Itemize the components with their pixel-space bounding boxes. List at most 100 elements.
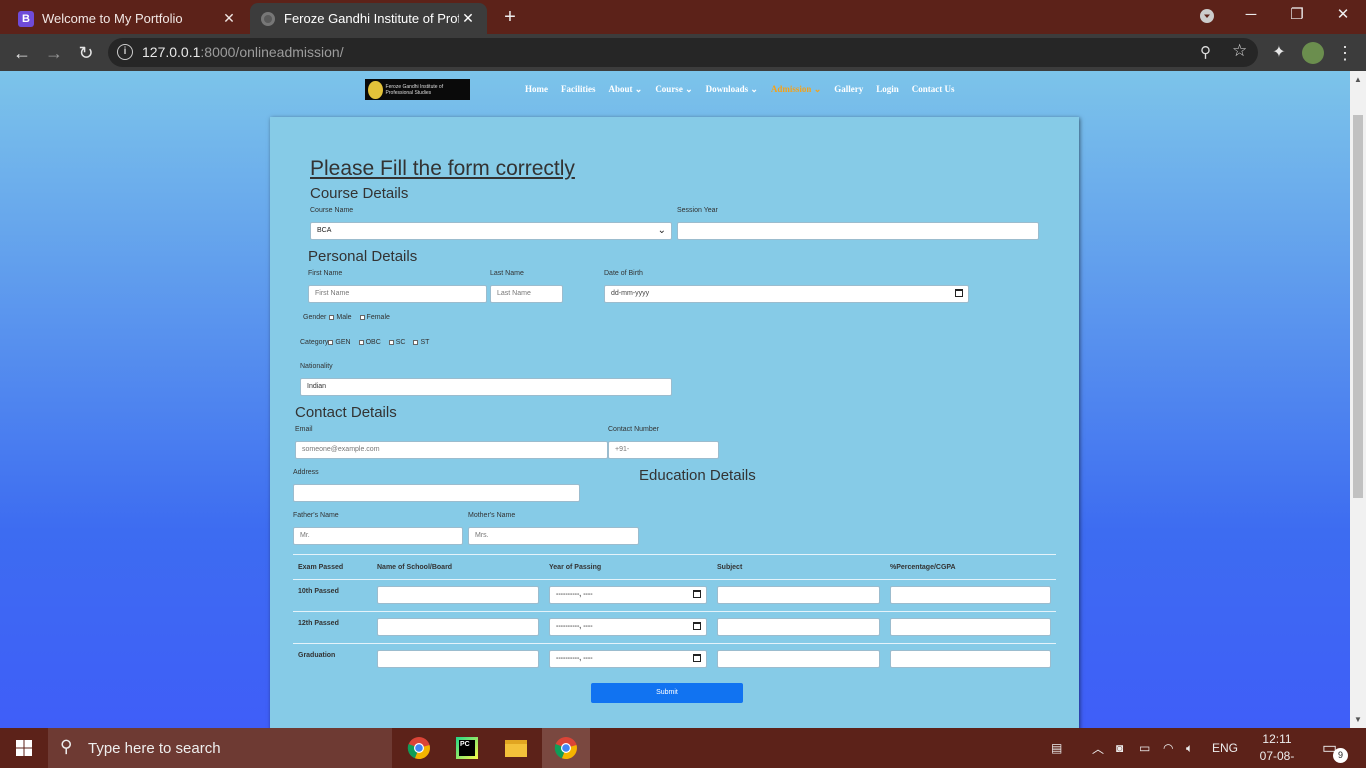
menu-icon[interactable]: ⋮ xyxy=(1332,40,1358,66)
admission-form-card: Please Fill the form correctly Course De… xyxy=(270,117,1079,728)
calendar-icon[interactable] xyxy=(693,590,701,598)
nav-facilities[interactable]: Facilities xyxy=(561,84,596,95)
nav-home[interactable]: Home xyxy=(525,84,548,95)
pycharm-taskbar-icon[interactable]: PC xyxy=(443,728,491,768)
last-name-input[interactable]: Last Name xyxy=(490,285,563,303)
reload-icon[interactable]: ↻ xyxy=(73,40,99,66)
education-table: Exam Passed Name of School/Board Year of… xyxy=(293,554,1056,676)
new-tab-button[interactable]: + xyxy=(499,5,521,29)
course-name-select[interactable]: BCA ⌄ xyxy=(310,222,672,240)
battery-icon[interactable]: ▭ xyxy=(1139,728,1150,768)
table-row: 12th Passed ----------, ---- xyxy=(293,611,1056,644)
browser-tab-strip: B Welcome to My Portfolio ✕ Feroze Gandh… xyxy=(0,0,1366,34)
tab-portfolio[interactable]: B Welcome to My Portfolio ✕ xyxy=(8,3,248,34)
address-input[interactable] xyxy=(293,484,580,502)
taskbar-search-box[interactable]: ⚲ Type here to search xyxy=(48,728,392,768)
nationality-input[interactable]: Indian xyxy=(300,378,672,396)
gender-group: Gender Male Female xyxy=(303,314,390,321)
first-name-input[interactable]: First Name xyxy=(308,285,487,303)
chrome-taskbar-icon[interactable] xyxy=(395,728,443,768)
bookmark-star-icon[interactable]: ☆ xyxy=(1232,41,1247,61)
st-checkbox[interactable] xyxy=(413,339,419,345)
close-tab-icon[interactable]: ✕ xyxy=(220,10,238,27)
bootstrap-favicon-icon: B xyxy=(18,10,34,27)
header-percentage: %Percentage/CGPA xyxy=(885,554,1056,580)
site-info-icon[interactable]: i xyxy=(117,44,133,60)
gen-checkbox[interactable] xyxy=(328,339,334,345)
dob-input[interactable]: dd-mm-yyyy xyxy=(604,285,969,303)
obc-checkbox[interactable] xyxy=(358,339,364,345)
tab-search-button[interactable] xyxy=(1184,0,1230,32)
school-input[interactable] xyxy=(377,650,539,668)
nav-about[interactable]: About ⌄ xyxy=(609,84,643,95)
chrome-active-taskbar-icon[interactable] xyxy=(542,728,590,768)
wifi-icon[interactable]: ◠ xyxy=(1163,728,1173,768)
father-name-input[interactable]: Mr. xyxy=(293,527,463,545)
header-exam-passed: Exam Passed xyxy=(293,554,372,580)
nav-downloads[interactable]: Downloads ⌄ xyxy=(706,84,758,95)
percentage-input[interactable] xyxy=(890,650,1051,668)
scroll-down-icon[interactable]: ▼ xyxy=(1354,715,1362,724)
nav-login[interactable]: Login xyxy=(876,84,899,95)
tab-title: Feroze Gandhi Institute of Profes xyxy=(284,11,459,26)
logo-text: Feroze Gandhi Institute of Professional … xyxy=(385,83,444,96)
address-bar[interactable]: i 127.0.0.1:8000/onlineadmission/ ⚲ ☆ xyxy=(108,38,1258,67)
school-input[interactable] xyxy=(377,586,539,604)
news-widget-icon[interactable]: ▤ xyxy=(1051,728,1062,768)
calendar-icon[interactable] xyxy=(693,654,701,662)
meet-now-icon[interactable]: ◙ xyxy=(1116,728,1123,768)
zoom-icon[interactable]: ⚲ xyxy=(1200,43,1211,61)
education-details-heading: Education Details xyxy=(639,467,756,484)
session-year-input[interactable] xyxy=(677,222,1039,240)
nationality-label: Nationality xyxy=(300,363,333,370)
submit-button[interactable]: Submit xyxy=(591,683,743,703)
globe-icon xyxy=(260,11,276,27)
file-explorer-taskbar-icon[interactable] xyxy=(492,728,540,768)
search-placeholder: Type here to search xyxy=(88,740,221,757)
clock[interactable]: 12:11 07-08-2021 xyxy=(1247,731,1307,768)
scroll-up-icon[interactable]: ▲ xyxy=(1354,75,1362,84)
show-hidden-icons-icon[interactable]: ︿ xyxy=(1092,728,1104,768)
subject-input[interactable] xyxy=(717,586,880,604)
header-school-board: Name of School/Board xyxy=(372,554,544,580)
form-title: Please Fill the form correctly xyxy=(310,157,575,180)
nav-course[interactable]: Course ⌄ xyxy=(655,84,692,95)
close-window-button[interactable]: ✕ xyxy=(1320,0,1366,32)
nav-gallery[interactable]: Gallery xyxy=(834,84,863,95)
contact-number-input[interactable]: +91- xyxy=(608,441,719,459)
course-details-heading: Course Details xyxy=(310,185,409,202)
nav-contact-us[interactable]: Contact Us xyxy=(912,84,955,95)
institute-logo[interactable]: Feroze Gandhi Institute of Professional … xyxy=(365,79,470,100)
profile-avatar[interactable] xyxy=(1302,42,1324,64)
email-input[interactable]: someone@example.com xyxy=(295,441,608,459)
windows-start-icon[interactable] xyxy=(0,728,48,768)
calendar-icon[interactable] xyxy=(693,622,701,630)
scrollbar-thumb[interactable] xyxy=(1353,115,1363,498)
male-checkbox[interactable] xyxy=(329,314,335,320)
notification-badge: 9 xyxy=(1333,748,1348,763)
subject-input[interactable] xyxy=(717,618,880,636)
close-tab-icon[interactable]: ✕ xyxy=(459,10,477,27)
tab-institute[interactable]: Feroze Gandhi Institute of Profes ✕ xyxy=(250,3,487,34)
calendar-icon[interactable] xyxy=(955,289,963,297)
subject-input[interactable] xyxy=(717,650,880,668)
nav-admission[interactable]: Admission ⌄ xyxy=(771,84,821,95)
forward-icon[interactable]: → xyxy=(41,40,67,66)
female-checkbox[interactable] xyxy=(359,314,365,320)
year-input[interactable]: ----------, ---- xyxy=(549,650,707,668)
volume-icon[interactable]: 🔈︎ xyxy=(1186,728,1193,768)
back-icon[interactable]: ← xyxy=(9,40,35,66)
restore-button[interactable]: ❐ xyxy=(1274,0,1320,32)
percentage-input[interactable] xyxy=(890,586,1051,604)
page-scrollbar[interactable]: ▲ ▼ xyxy=(1350,71,1366,728)
year-input[interactable]: ----------, ---- xyxy=(549,618,707,636)
father-name-label: Father's Name xyxy=(293,512,339,519)
extensions-icon[interactable]: ✦ xyxy=(1266,40,1292,66)
language-indicator[interactable]: ENG xyxy=(1212,728,1238,768)
school-input[interactable] xyxy=(377,618,539,636)
mother-name-input[interactable]: Mrs. xyxy=(468,527,639,545)
sc-checkbox[interactable] xyxy=(388,339,394,345)
year-input[interactable]: ----------, ---- xyxy=(549,586,707,604)
minimize-button[interactable]: ─ xyxy=(1228,0,1274,32)
percentage-input[interactable] xyxy=(890,618,1051,636)
